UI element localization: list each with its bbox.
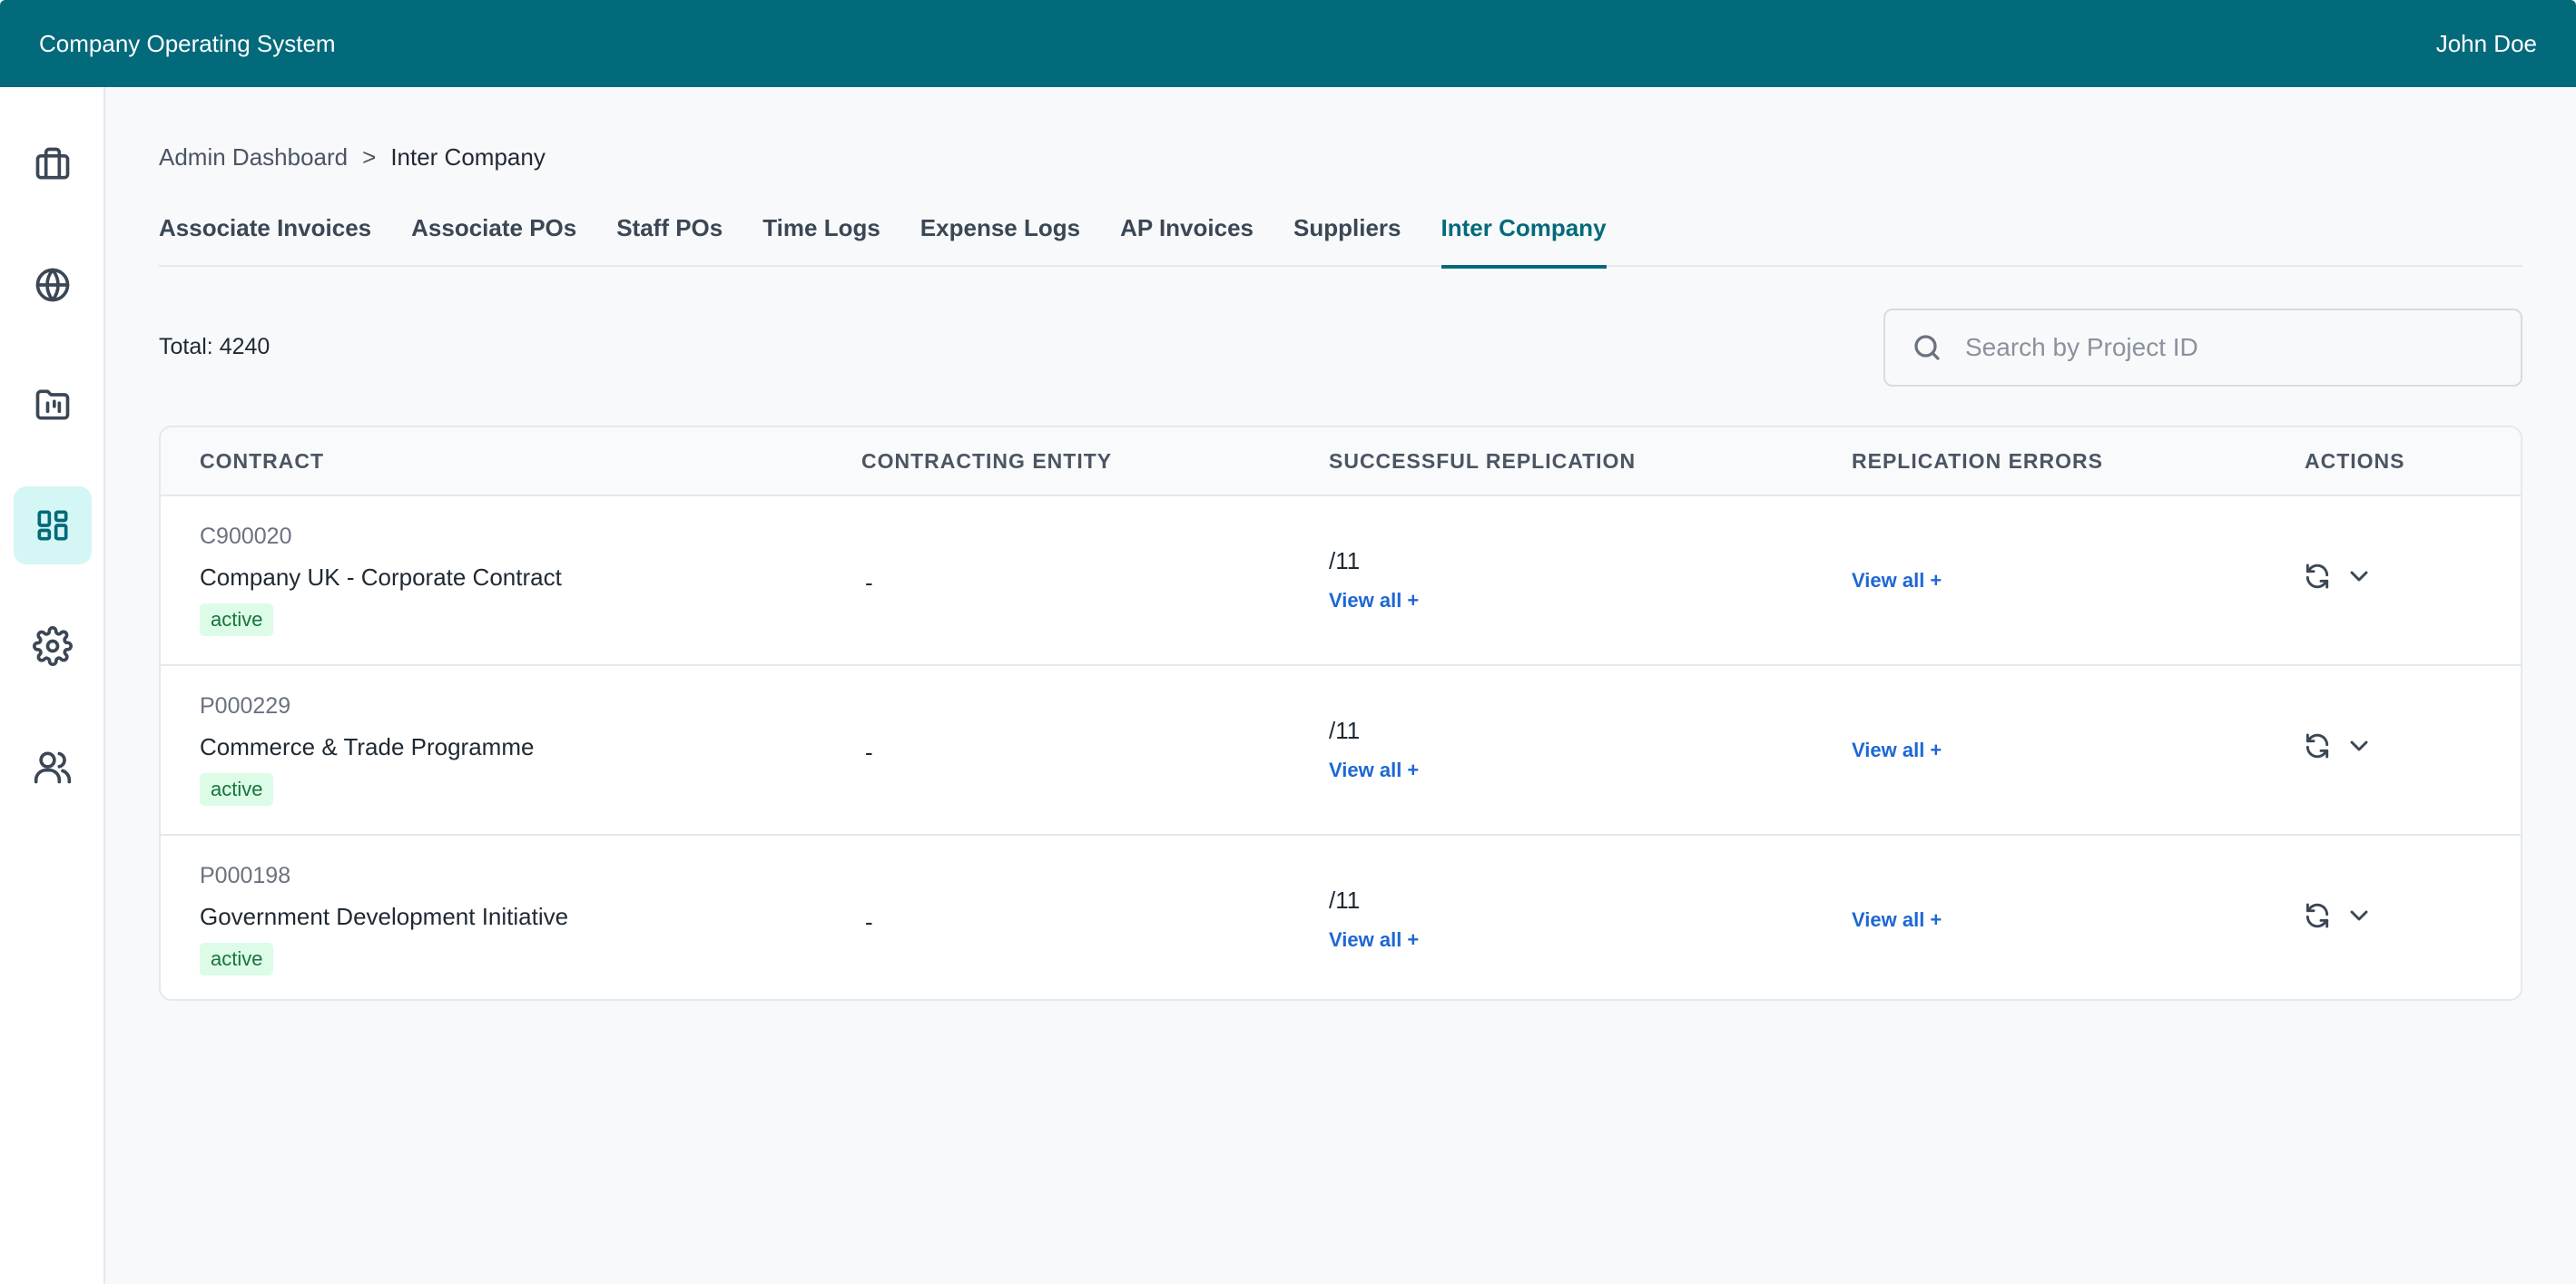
sidebar-item-dashboard[interactable] <box>14 486 92 564</box>
sidebar <box>0 87 105 1284</box>
sidebar-item-settings[interactable] <box>14 607 92 685</box>
tab-time-logs[interactable]: Time Logs <box>762 212 880 267</box>
chevron-down-icon[interactable] <box>2345 731 2374 760</box>
tab-bar: Associate Invoices Associate POs Staff P… <box>159 212 2522 269</box>
contracting-entity: - <box>865 739 873 766</box>
row-actions <box>2303 562 2374 591</box>
folder-chart-icon <box>35 389 70 420</box>
contracting-entity: - <box>865 908 873 936</box>
dashboard-icon <box>37 510 68 541</box>
contract-id: C900020 <box>200 524 292 549</box>
tab-ap-invoices[interactable]: AP Invoices <box>1120 212 1254 267</box>
tab-expense-logs[interactable]: Expense Logs <box>920 212 1080 267</box>
table-row: P000198 Government Development Initiativ… <box>161 836 2521 999</box>
globe-icon <box>35 268 70 302</box>
main-content: Admin Dashboard > Inter Company Associat… <box>159 87 2522 1284</box>
row-actions <box>2303 901 2374 930</box>
chevron-down-icon[interactable] <box>2345 562 2374 591</box>
tab-suppliers[interactable]: Suppliers <box>1293 212 1401 267</box>
contract-name[interactable]: Government Development Initiative <box>200 903 568 931</box>
column-header-contract: CONTRACT <box>200 449 325 473</box>
briefcase-icon <box>35 147 70 180</box>
table-row: P000229 Commerce & Trade Programme activ… <box>161 666 2521 836</box>
inter-company-table: CONTRACT CONTRACTING ENTITY SUCCESSFUL R… <box>159 426 2522 1001</box>
breadcrumb-current: Inter Company <box>390 143 546 171</box>
breadcrumb-admin-dashboard[interactable]: Admin Dashboard <box>159 143 348 172</box>
contract-name[interactable]: Company UK - Corporate Contract <box>200 564 562 592</box>
total-count: Total: 4240 <box>159 334 270 359</box>
sidebar-item-globe[interactable] <box>14 246 92 324</box>
search-box[interactable] <box>1883 309 2522 387</box>
status-badge: active <box>200 943 274 975</box>
replication-count: /11 <box>1329 547 1361 574</box>
refresh-icon[interactable] <box>2303 562 2332 591</box>
errors-view-all-link[interactable]: View all + <box>1852 569 1942 593</box>
breadcrumb-separator: > <box>362 143 377 171</box>
table-row: C900020 Company UK - Corporate Contract … <box>161 496 2521 666</box>
replication-view-all-link[interactable]: View all + <box>1329 589 1419 613</box>
replication-view-all-link[interactable]: View all + <box>1329 928 1419 952</box>
tab-associate-invoices[interactable]: Associate Invoices <box>159 212 371 267</box>
replication-count: /11 <box>1329 887 1361 914</box>
sidebar-item-projects[interactable] <box>14 366 92 444</box>
errors-view-all-link[interactable]: View all + <box>1852 908 1942 932</box>
user-menu[interactable]: John Doe <box>2436 30 2537 58</box>
row-actions <box>2303 731 2374 760</box>
sidebar-item-users[interactable] <box>14 728 92 806</box>
search-icon <box>1914 335 1940 360</box>
users-icon <box>34 751 72 784</box>
column-header-successful-replication: SUCCESSFUL REPLICATION <box>1329 449 1637 473</box>
column-header-actions: ACTIONS <box>2305 449 2405 473</box>
tab-associate-pos[interactable]: Associate POs <box>411 212 576 267</box>
contract-name[interactable]: Commerce & Trade Programme <box>200 733 534 761</box>
status-badge: active <box>200 603 274 636</box>
errors-view-all-link[interactable]: View all + <box>1852 739 1942 762</box>
replication-view-all-link[interactable]: View all + <box>1329 759 1419 782</box>
status-badge: active <box>200 773 274 806</box>
tab-inter-company[interactable]: Inter Company <box>1440 212 1607 269</box>
breadcrumb: Admin Dashboard > Inter Company <box>159 143 546 172</box>
refresh-icon[interactable] <box>2303 901 2332 930</box>
column-header-contracting-entity: CONTRACTING ENTITY <box>861 449 1113 473</box>
chevron-down-icon[interactable] <box>2345 901 2374 930</box>
contract-id: P000229 <box>200 693 291 719</box>
top-bar: Company Operating System John Doe <box>0 0 2576 87</box>
search-input[interactable] <box>1965 333 2492 362</box>
sidebar-item-briefcase[interactable] <box>14 125 92 203</box>
tab-staff-pos[interactable]: Staff POs <box>616 212 723 267</box>
app-title: Company Operating System <box>39 29 336 57</box>
gear-icon <box>33 626 73 666</box>
refresh-icon[interactable] <box>2303 731 2332 760</box>
table-header: CONTRACT CONTRACTING ENTITY SUCCESSFUL R… <box>161 427 2521 496</box>
app-window: Company Operating System John Doe Admin … <box>0 0 2576 1284</box>
column-header-replication-errors: REPLICATION ERRORS <box>1852 449 2103 473</box>
contract-id: P000198 <box>200 863 291 888</box>
contracting-entity: - <box>865 569 873 596</box>
replication-count: /11 <box>1329 717 1361 744</box>
